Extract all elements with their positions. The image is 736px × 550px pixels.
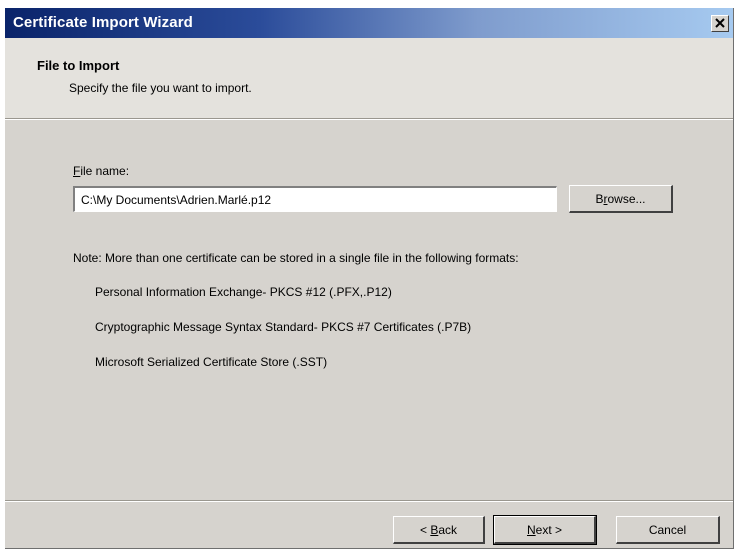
close-button[interactable]: [711, 15, 729, 32]
file-name-label-text: ile name:: [80, 164, 130, 178]
back-label-rest: ack: [438, 522, 458, 537]
back-label-pre: <: [419, 522, 431, 537]
cancel-button[interactable]: Cancel: [616, 516, 720, 544]
next-label-rest: ext >: [535, 522, 563, 537]
next-button[interactable]: Next >: [493, 515, 597, 545]
note-text: Note: More than one certificate can be s…: [73, 251, 519, 265]
header-divider: [5, 118, 733, 120]
window-title: Certificate Import Wizard: [13, 14, 193, 31]
browse-label-pre: B: [595, 191, 604, 206]
browse-button[interactable]: Browse...: [569, 185, 673, 213]
certificate-import-dialog: Certificate Import Wizard File to Import…: [5, 8, 734, 549]
next-label-accel: N: [526, 522, 536, 537]
title-bar[interactable]: Certificate Import Wizard: [5, 8, 733, 38]
file-name-input[interactable]: [73, 186, 557, 212]
back-button[interactable]: < Back: [393, 516, 485, 544]
format-item-sst: Microsoft Serialized Certificate Store (…: [95, 355, 328, 369]
browse-label-rest: owse...: [607, 191, 646, 206]
file-name-label: File name:: [73, 164, 129, 178]
page-title: File to Import: [37, 58, 120, 73]
close-icon: [715, 18, 725, 28]
format-item-p7b: Cryptographic Message Syntax Standard- P…: [95, 320, 472, 334]
format-item-pfx: Personal Information Exchange- PKCS #12 …: [95, 285, 392, 299]
wizard-header: File to Import Specify the file you want…: [5, 38, 733, 118]
page-subtitle: Specify the file you want to import.: [69, 81, 252, 95]
footer-divider: [5, 500, 733, 502]
